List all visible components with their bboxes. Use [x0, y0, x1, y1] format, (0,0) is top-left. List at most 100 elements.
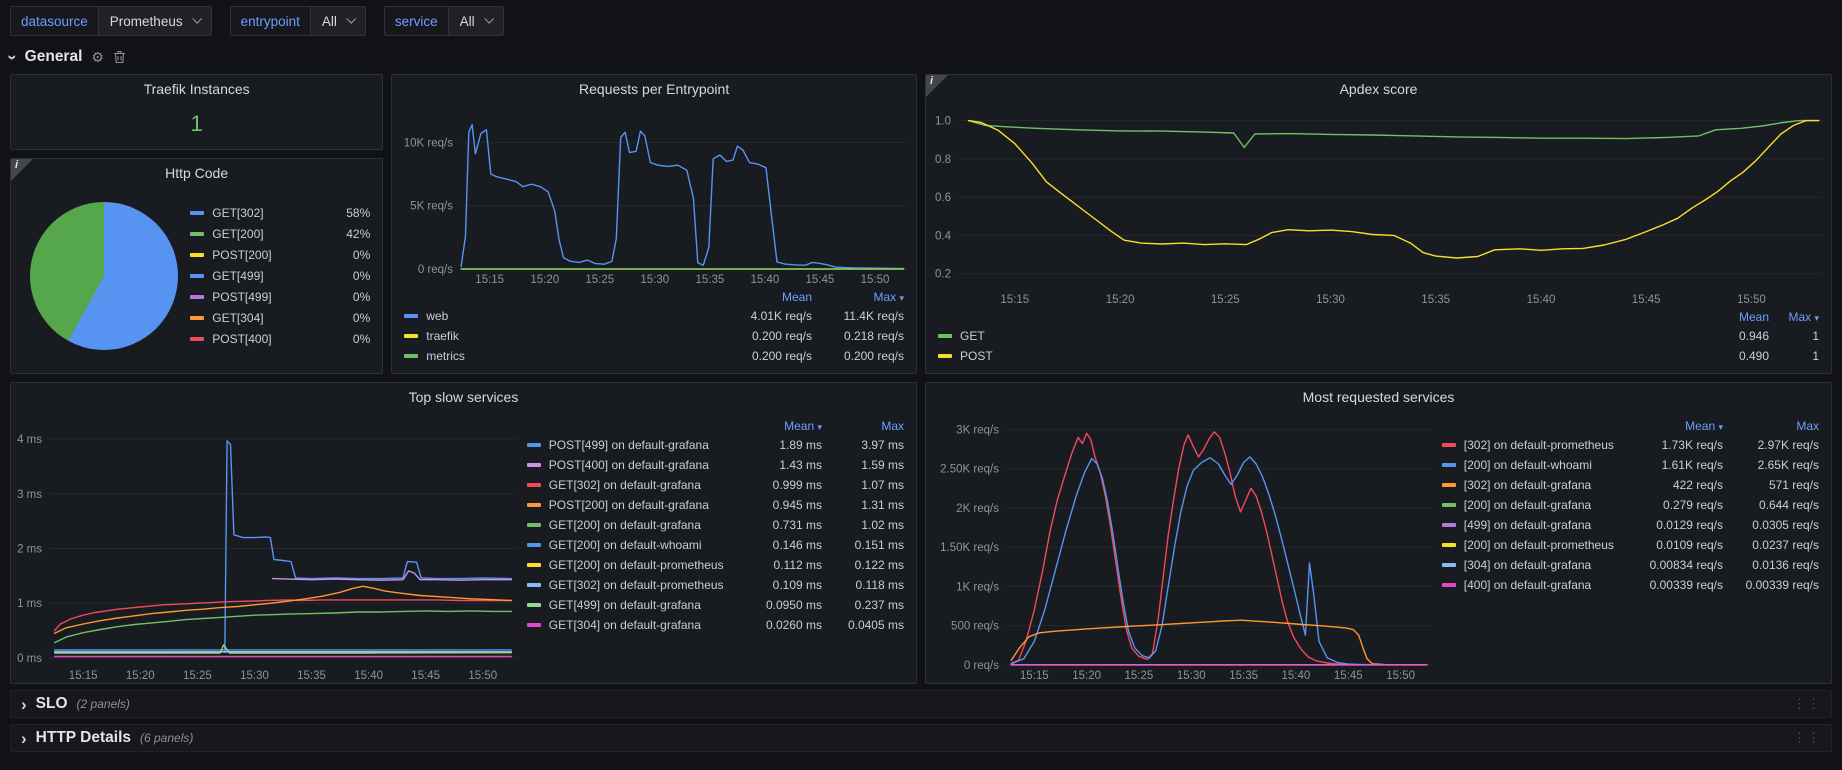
legend-value: 0%	[353, 332, 370, 346]
legend-item[interactable]: GET[302]58%	[190, 204, 370, 221]
row-drag-handle[interactable]: ⋮⋮	[1793, 696, 1821, 712]
row-http-details-panel-count: (6 panels)	[140, 731, 193, 745]
panel-header[interactable]: Traefik Instances	[11, 75, 382, 102]
http-code-pie-chart[interactable]	[30, 202, 178, 350]
svg-text:15:30: 15:30	[1177, 670, 1206, 682]
legend-row[interactable]: GET[200] on default-prometheus0.112 ms0.…	[527, 555, 904, 575]
legend-label: [304] on default-grafana	[1464, 558, 1591, 572]
variable-service-value: All	[460, 14, 475, 29]
variable-service-select[interactable]: All	[448, 6, 504, 36]
legend-item[interactable]: POST[400]0%	[190, 330, 370, 347]
variable-entrypoint-select[interactable]: All	[310, 6, 366, 36]
row-http-details-title: HTTP Details	[36, 729, 131, 747]
legend-row[interactable]: POST[499] on default-grafana1.89 ms3.97 …	[527, 435, 904, 455]
legend-label: POST[499]	[212, 290, 353, 304]
panel-header[interactable]: Http Code	[11, 159, 382, 186]
legend-header: MeanMax ▾	[404, 287, 904, 306]
svg-text:0.2: 0.2	[935, 269, 951, 281]
legend-row[interactable]: web4.01K req/s11.4K req/s	[404, 306, 904, 326]
legend-label: POST[400]	[212, 332, 353, 346]
panel-info-icon[interactable]: i	[11, 159, 33, 181]
panel-header[interactable]: Apdex score	[926, 75, 1831, 102]
series-color-marker	[527, 523, 541, 527]
svg-text:2K req/s: 2K req/s	[956, 503, 999, 515]
legend-sort-max[interactable]: Max ▾	[1769, 310, 1819, 324]
legend-label: traefik	[426, 329, 459, 343]
legend-row[interactable]: [200] on default-prometheus0.0109 req/s0…	[1442, 535, 1819, 555]
svg-text:15:40: 15:40	[1282, 670, 1311, 682]
svg-text:15:35: 15:35	[1421, 294, 1450, 306]
top-slow-services-chart[interactable]: 0 ms1 ms2 ms3 ms4 ms15:1515:2015:2515:30…	[11, 410, 525, 683]
legend-row[interactable]: [302] on default-prometheus1.73K req/s2.…	[1442, 435, 1819, 455]
panel-header[interactable]: Most requested services	[926, 383, 1831, 410]
variable-datasource-select[interactable]: Prometheus	[98, 6, 212, 36]
legend-row[interactable]: GET[302] on default-grafana0.999 ms1.07 …	[527, 475, 904, 495]
legend-row[interactable]: POST[200] on default-grafana0.945 ms1.31…	[527, 495, 904, 515]
svg-text:10K req/s: 10K req/s	[404, 137, 453, 149]
svg-text:5K req/s: 5K req/s	[410, 201, 453, 213]
legend-row[interactable]: GET0.9461	[938, 326, 1819, 346]
legend-item[interactable]: POST[200]0%	[190, 246, 370, 263]
series-color-marker	[527, 463, 541, 467]
trash-icon[interactable]	[113, 50, 126, 64]
legend-sort-max[interactable]: Max	[822, 419, 904, 433]
legend-label: POST[200]	[212, 248, 353, 262]
legend-row[interactable]: GET[200] on default-whoami0.146 ms0.151 …	[527, 535, 904, 555]
panel-header[interactable]: Top slow services	[11, 383, 916, 410]
legend-sort-max[interactable]: Max	[1723, 419, 1819, 433]
gear-icon[interactable]: ⚙	[91, 49, 104, 66]
row-slo[interactable]: › SLO (2 panels) ⋮⋮	[10, 690, 1832, 718]
legend-item[interactable]: GET[304]0%	[190, 309, 370, 326]
variable-entrypoint: entrypoint All	[230, 6, 366, 36]
most-requested-services-chart[interactable]: 0 req/s500 req/s1K req/s1.50K req/s2K re…	[926, 410, 1440, 683]
legend-row[interactable]: GET[304] on default-grafana0.0260 ms0.04…	[527, 615, 904, 635]
legend-sort-max[interactable]: Max ▾	[812, 290, 904, 304]
legend-row[interactable]: metrics0.200 req/s0.200 req/s	[404, 346, 904, 366]
series-color-marker	[1442, 543, 1456, 547]
legend-row[interactable]: GET[200] on default-grafana0.731 ms1.02 …	[527, 515, 904, 535]
legend-max-value: 1.07 ms	[822, 478, 904, 492]
legend-item[interactable]: GET[499]0%	[190, 267, 370, 284]
svg-text:15:45: 15:45	[1632, 294, 1661, 306]
legend-sort-mean[interactable]: Mean	[720, 290, 812, 304]
svg-text:15:25: 15:25	[183, 670, 212, 682]
legend-row[interactable]: [302] on default-grafana422 req/s571 req…	[1442, 475, 1819, 495]
svg-text:0 req/s: 0 req/s	[964, 660, 999, 672]
legend-mean-value: 0.146 ms	[740, 538, 822, 552]
legend-max-value: 0.0237 req/s	[1723, 538, 1819, 552]
legend-row[interactable]: [304] on default-grafana0.00834 req/s0.0…	[1442, 555, 1819, 575]
legend-sort-mean[interactable]: Mean ▾	[740, 419, 822, 433]
panel-info-icon[interactable]: i	[926, 75, 948, 97]
variable-datasource-label: datasource	[10, 6, 98, 36]
legend-max-value: 0.237 ms	[822, 598, 904, 612]
legend-row[interactable]: [200] on default-grafana0.279 req/s0.644…	[1442, 495, 1819, 515]
series-color-marker	[1442, 583, 1456, 587]
row-http-details[interactable]: › HTTP Details (6 panels) ⋮⋮	[10, 724, 1832, 752]
row-drag-handle[interactable]: ⋮⋮	[1793, 730, 1821, 746]
legend-sort-mean[interactable]: Mean ▾	[1627, 419, 1723, 433]
svg-text:15:50: 15:50	[468, 670, 497, 682]
legend-row[interactable]: POST0.4901	[938, 346, 1819, 366]
legend-mean-value: 0.200 req/s	[720, 329, 812, 343]
requests-per-entrypoint-chart[interactable]: 0 req/s5K req/s10K req/s15:1515:2015:251…	[392, 102, 916, 287]
legend-mean-value: 1.61K req/s	[1627, 458, 1723, 472]
row-general[interactable]: › General ⚙	[0, 42, 1842, 72]
legend-row[interactable]: [200] on default-whoami1.61K req/s2.65K …	[1442, 455, 1819, 475]
panel-header[interactable]: Requests per Entrypoint	[392, 75, 916, 102]
legend-row[interactable]: POST[400] on default-grafana1.43 ms1.59 …	[527, 455, 904, 475]
legend-sort-mean[interactable]: Mean	[1705, 310, 1769, 324]
legend-item[interactable]: POST[499]0%	[190, 288, 370, 305]
legend-row[interactable]: GET[499] on default-grafana0.0950 ms0.23…	[527, 595, 904, 615]
legend-row[interactable]: GET[302] on default-prometheus0.109 ms0.…	[527, 575, 904, 595]
legend-label: GET[302] on default-prometheus	[549, 578, 724, 592]
legend-label: GET[200] on default-whoami	[549, 538, 702, 552]
legend-mean-value: 1.43 ms	[740, 458, 822, 472]
legend-mean-value: 0.0950 ms	[740, 598, 822, 612]
legend-max-value: 0.0405 ms	[822, 618, 904, 632]
apdex-score-chart[interactable]: 0.20.40.60.81.015:1515:2015:2515:3015:35…	[926, 102, 1831, 307]
legend-row[interactable]: [400] on default-grafana0.00339 req/s0.0…	[1442, 575, 1819, 595]
legend-label: [200] on default-whoami	[1464, 458, 1592, 472]
legend-row[interactable]: [499] on default-grafana0.0129 req/s0.03…	[1442, 515, 1819, 535]
legend-row[interactable]: traefik0.200 req/s0.218 req/s	[404, 326, 904, 346]
legend-item[interactable]: GET[200]42%	[190, 225, 370, 242]
